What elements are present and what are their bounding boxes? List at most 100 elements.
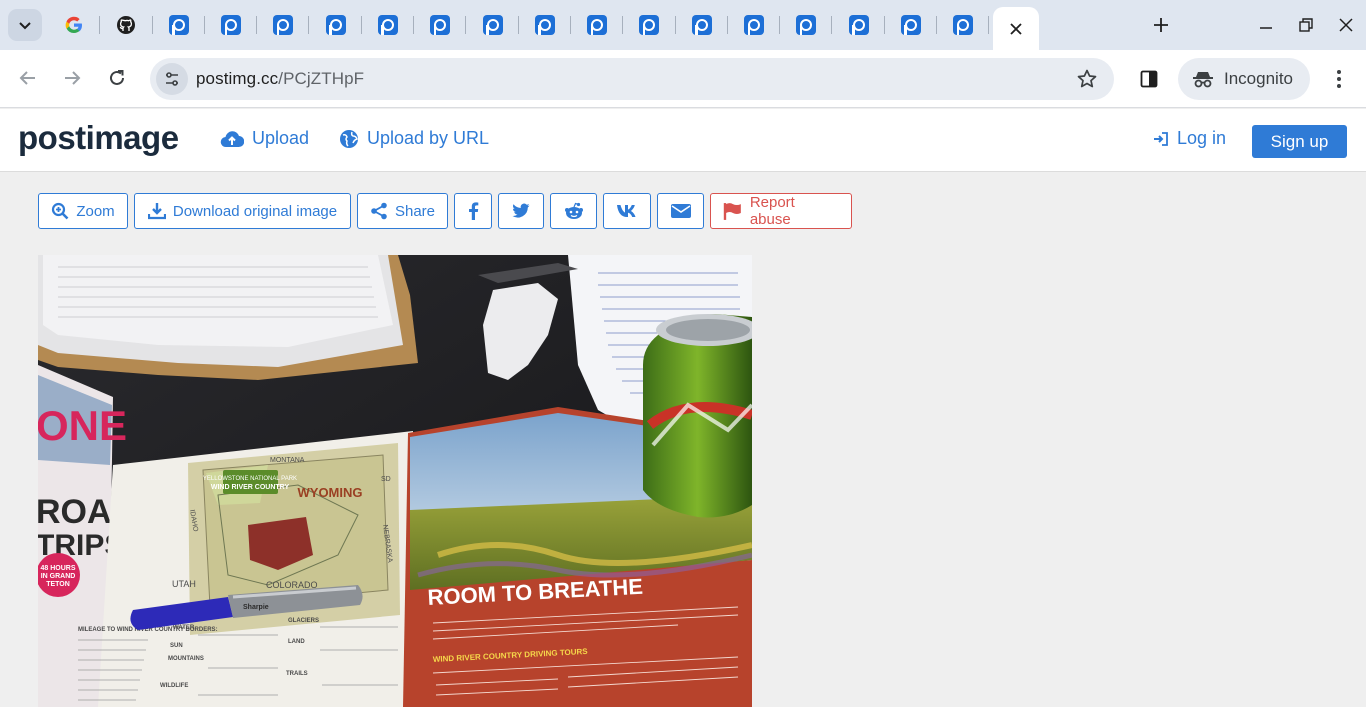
map-state-text: WYOMING — [298, 485, 363, 500]
reload-button[interactable] — [102, 63, 132, 93]
share-button[interactable]: Share — [357, 193, 448, 229]
postimage-favicon-icon — [534, 15, 555, 35]
tab-postimage[interactable] — [205, 7, 258, 43]
restore-icon — [1299, 18, 1313, 32]
tab-search-button[interactable] — [8, 9, 42, 41]
image-actions: Zoom Download original image Share Repor… — [38, 193, 852, 229]
flag-icon — [723, 203, 741, 220]
side-panel-button[interactable] — [1136, 66, 1162, 92]
login-label: Log in — [1177, 128, 1227, 148]
map-montana-text: MONTANA — [270, 457, 305, 464]
tab-postimage[interactable] — [571, 7, 624, 43]
browser-menu-button[interactable] — [1326, 66, 1352, 92]
postimage-favicon-icon — [848, 15, 869, 35]
new-tab-button[interactable] — [1148, 12, 1174, 38]
cloud-upload-icon — [220, 130, 244, 147]
tab-postimage[interactable] — [832, 7, 886, 43]
arrow-right-icon — [65, 71, 81, 85]
zoom-label: Zoom — [76, 202, 115, 220]
magazine-one-text: ONE — [38, 402, 127, 449]
google-favicon-icon — [65, 16, 83, 34]
tab-postimage[interactable] — [153, 7, 206, 43]
share-twitter-button[interactable] — [498, 193, 544, 229]
map-park-text: YELLOWSTONE NATIONAL PARK — [203, 476, 297, 482]
restore-button[interactable] — [1291, 10, 1321, 40]
tab-postimage[interactable] — [780, 7, 833, 43]
signup-button[interactable]: Sign up — [1252, 125, 1347, 158]
address-bar[interactable]: postimg.cc/PCjZTHpF — [150, 58, 1114, 100]
url-path: /PCjZTHpF — [278, 69, 365, 88]
zoom-in-icon — [52, 202, 69, 220]
more-vertical-icon — [1337, 70, 1341, 88]
upload-by-url-label: Upload by URL — [367, 128, 490, 148]
wildlife-label: WILDLIFE — [160, 683, 188, 689]
minimize-button[interactable] — [1251, 10, 1281, 40]
share-facebook-button[interactable] — [454, 193, 492, 229]
upload-by-url-link[interactable]: Upload by URL — [339, 128, 489, 149]
postimage-favicon-icon — [953, 15, 974, 35]
postimage-favicon-icon — [482, 15, 503, 35]
badge-line-2: IN GRAND — [41, 573, 76, 580]
postimage-favicon-icon — [744, 15, 764, 35]
water-label: WATER — [173, 625, 195, 631]
tab-postimage[interactable] — [676, 7, 729, 43]
tab-list — [48, 7, 1040, 50]
tab-github[interactable] — [100, 7, 153, 43]
login-link[interactable]: Log in — [1153, 128, 1226, 149]
close-tab-icon[interactable] — [1009, 22, 1023, 36]
tab-postimage[interactable] — [519, 7, 572, 43]
tab-postimage[interactable] — [257, 7, 310, 43]
postimage-favicon-icon — [325, 15, 346, 35]
tab-postimage[interactable] — [728, 7, 781, 43]
incognito-label: Incognito — [1224, 69, 1293, 88]
tab-postimage[interactable] — [466, 7, 519, 43]
postimage-logo[interactable]: postimage — [18, 119, 179, 157]
tab-active[interactable] — [993, 7, 1040, 50]
close-window-button[interactable] — [1331, 10, 1361, 40]
share-vk-button[interactable] — [603, 193, 651, 229]
forward-button[interactable] — [57, 63, 87, 93]
upload-link[interactable]: Upload — [220, 128, 309, 149]
map-colorado-text: COLORADO — [266, 580, 318, 590]
share-reddit-button[interactable] — [550, 193, 597, 229]
url-text[interactable]: postimg.cc/PCjZTHpF — [196, 69, 364, 89]
site-info-button[interactable] — [156, 63, 188, 95]
incognito-icon — [1193, 72, 1213, 88]
vk-icon — [617, 205, 636, 217]
pen-brand-text: Sharpie — [243, 604, 269, 611]
postimage-favicon-icon — [796, 15, 817, 35]
facebook-icon — [469, 202, 479, 220]
badge-line-3: TETON — [46, 581, 70, 588]
map-utah-text: UTAH — [172, 579, 196, 589]
back-button[interactable] — [13, 63, 43, 93]
zoom-button[interactable]: Zoom — [38, 193, 128, 229]
share-email-button[interactable] — [657, 193, 704, 229]
tab-postimage[interactable] — [623, 7, 676, 43]
browser-toolbar: postimg.cc/PCjZTHpF Incognito — [0, 50, 1366, 108]
logo-text-image: image — [85, 119, 179, 156]
sign-in-icon — [1154, 131, 1168, 146]
report-abuse-button[interactable]: Report abuse — [710, 193, 852, 229]
tab-postimage[interactable] — [309, 7, 363, 43]
chevron-down-icon — [19, 22, 31, 30]
soda-can — [643, 314, 752, 518]
tab-postimage[interactable] — [937, 7, 990, 43]
close-icon — [1339, 18, 1353, 32]
side-panel-icon — [1140, 70, 1158, 88]
download-original-button[interactable]: Download original image — [134, 193, 351, 229]
download-label: Download original image — [172, 202, 338, 220]
bookmark-star-button[interactable] — [1074, 66, 1100, 92]
incognito-indicator[interactable]: Incognito — [1178, 58, 1310, 100]
logo-text-post: post — [18, 119, 86, 156]
tab-postimage[interactable] — [414, 7, 467, 43]
upload-label: Upload — [252, 128, 310, 148]
reddit-icon — [564, 202, 583, 219]
tab-postimage[interactable] — [885, 7, 938, 43]
tab-postimage[interactable] — [362, 7, 415, 43]
uploaded-image[interactable]: ONE ROAD TRIPS 48 HOURS IN GRAND TETON Y… — [38, 255, 752, 707]
tab-google[interactable] — [48, 7, 101, 43]
github-favicon-icon — [117, 16, 136, 34]
download-icon — [147, 203, 166, 220]
postimage-favicon-icon — [587, 15, 608, 35]
site-header: postimage Upload Upload by URL Log in Si… — [0, 109, 1366, 172]
